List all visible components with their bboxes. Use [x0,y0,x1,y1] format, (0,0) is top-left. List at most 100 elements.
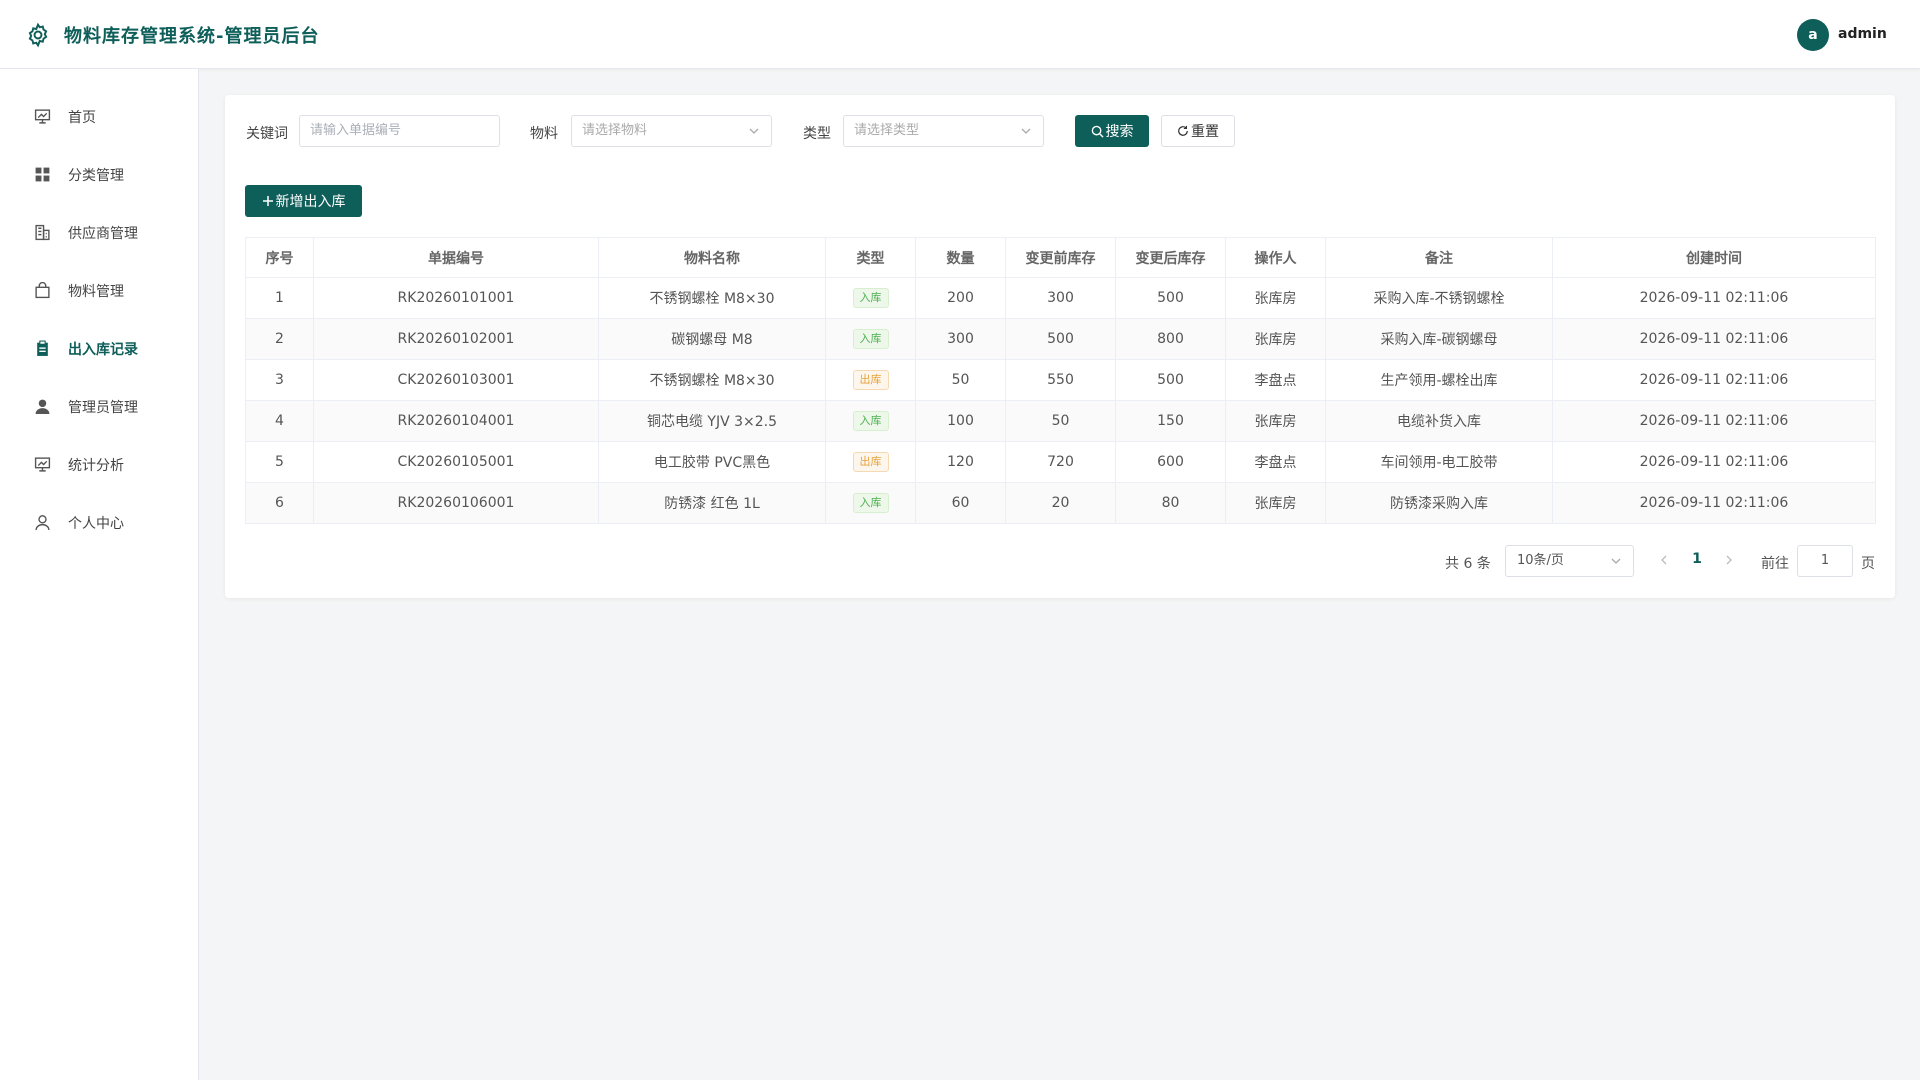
keyword-input[interactable] [310,116,489,145]
page-number-current[interactable]: 1 [1687,551,1707,567]
page-size-select[interactable]: 10条/页 [1505,545,1634,577]
chevron-down-icon [1611,558,1621,564]
cell-code: CK20260103001 [313,359,599,401]
cell-remark: 采购入库-不锈钢螺栓 [1325,277,1553,319]
cell-qty: 60 [915,482,1006,524]
table-header-row: 序号 单据编号 物料名称 类型 数量 变更前库存 变更后库存 操作人 备注 创建… [245,237,1876,278]
sidebar-item-label: 统计分析 [68,458,124,474]
cell-remark: 生产领用-螺栓出库 [1325,359,1553,401]
chevron-down-icon [749,128,759,134]
cell-code: CK20260105001 [313,441,599,483]
table-row[interactable]: 4 RK20260104001 铜芯电缆 YJV 3×2.5 入库 100 50… [245,400,1876,442]
type-select-placeholder: 请选择类型 [854,123,920,138]
bag-icon [35,282,50,299]
page-size-value: 10条/页 [1517,553,1564,568]
cell-before: 50 [1005,400,1116,442]
cell-index: 2 [245,318,314,360]
chevron-down-icon [1021,128,1031,134]
cell-after: 600 [1115,441,1226,483]
cell-material: 碳钢螺母 M8 [598,318,826,360]
cell-code: RK20260106001 [313,482,599,524]
sidebar-item-supplier[interactable]: 供应商管理 [0,212,198,252]
keyword-label: 关键词 [246,126,288,142]
cell-material: 不锈钢螺栓 M8×30 [598,359,826,401]
reset-button-label: 重置 [1191,124,1219,140]
sidebar-item-material[interactable]: 物料管理 [0,270,198,310]
sidebar-item-inout-records[interactable]: 出入库记录 [0,328,198,368]
cell-code: RK20260102001 [313,318,599,360]
sidebar: 首页 分类管理 供应商管理 物料管理 出入库记录 管理员管理 统计分析 个人中心 [0,69,199,1080]
cell-index: 3 [245,359,314,401]
type-tag: 入库 [852,329,889,349]
sidebar-item-statistics[interactable]: 统计分析 [0,444,198,484]
goto-page-input[interactable]: 1 [1797,545,1853,577]
sidebar-item-profile[interactable]: 个人中心 [0,502,198,542]
cell-created: 2026-09-11 02:11:06 [1552,277,1876,319]
type-select[interactable]: 请选择类型 [843,115,1044,147]
cell-qty: 100 [915,400,1006,442]
table-row[interactable]: 3 CK20260103001 不锈钢螺栓 M8×30 出库 50 550 50… [245,359,1876,401]
material-label: 物料 [530,126,558,142]
add-record-button-label: 新增出入库 [275,194,346,210]
cell-after: 800 [1115,318,1226,360]
cell-qty: 120 [915,441,1006,483]
type-tag: 入库 [852,288,889,308]
column-header: 变更前库存 [1005,237,1116,278]
sidebar-item-home[interactable]: 首页 [0,96,198,136]
material-select-placeholder: 请选择物料 [582,123,648,138]
cell-remark: 防锈漆采购入库 [1325,482,1553,524]
table-row[interactable]: 1 RK20260101001 不锈钢螺栓 M8×30 入库 200 300 5… [245,277,1876,319]
cell-operator: 张库房 [1225,318,1326,360]
chevron-left-icon[interactable] [1657,553,1671,567]
cell-type: 出库 [825,441,916,483]
grid-icon [35,167,50,182]
cell-index: 4 [245,400,314,442]
table-row[interactable]: 2 RK20260102001 碳钢螺母 M8 入库 300 500 800 张… [245,318,1876,360]
clipboard-icon [37,340,48,356]
app-title: 物料库存管理系统-管理员后台 [64,26,320,47]
chart-board-icon [34,457,51,472]
column-header: 创建时间 [1552,237,1876,278]
sidebar-item-category[interactable]: 分类管理 [0,154,198,194]
chevron-right-icon[interactable] [1722,553,1736,567]
cell-index: 5 [245,441,314,483]
cell-created: 2026-09-11 02:11:06 [1552,482,1876,524]
records-table: 序号 单据编号 物料名称 类型 数量 变更前库存 变更后库存 操作人 备注 创建… [245,237,1876,524]
column-header: 单据编号 [313,237,599,278]
table-row[interactable]: 5 CK20260105001 电工胶带 PVC黑色 出库 120 720 60… [245,441,1876,483]
sidebar-item-label: 物料管理 [68,284,124,300]
cell-before: 20 [1005,482,1116,524]
cell-before: 720 [1005,441,1116,483]
column-header: 序号 [245,237,314,278]
cell-before: 550 [1005,359,1116,401]
cell-operator: 张库房 [1225,400,1326,442]
search-button[interactable]: 搜索 [1075,115,1149,147]
plus-icon [262,196,273,206]
cell-before: 300 [1005,277,1116,319]
avatar[interactable]: a [1797,19,1829,51]
cell-type: 入库 [825,318,916,360]
cell-after: 500 [1115,277,1226,319]
sidebar-item-label: 分类管理 [68,168,124,184]
sidebar-item-admin[interactable]: 管理员管理 [0,386,198,426]
cell-created: 2026-09-11 02:11:06 [1552,400,1876,442]
cell-operator: 张库房 [1225,482,1326,524]
cell-remark: 采购入库-碳钢螺母 [1325,318,1553,360]
cell-after: 150 [1115,400,1226,442]
gear-icon [28,22,48,48]
cell-operator: 李盘点 [1225,441,1326,483]
username[interactable]: admin [1838,26,1887,42]
add-record-button[interactable]: 新增出入库 [245,185,362,217]
material-select[interactable]: 请选择物料 [571,115,772,147]
cell-code: RK20260104001 [313,400,599,442]
table-row[interactable]: 6 RK20260106001 防锈漆 红色 1L 入库 60 20 80 张库… [245,482,1876,524]
sidebar-item-label: 个人中心 [68,516,124,532]
user-fill-icon [35,399,50,414]
reset-button[interactable]: 重置 [1161,115,1235,147]
cell-remark: 车间领用-电工胶带 [1325,441,1553,483]
cell-qty: 300 [915,318,1006,360]
search-icon [1091,125,1104,138]
keyword-input-wrapper [299,115,500,147]
user-icon [35,515,50,531]
cell-remark: 电缆补货入库 [1325,400,1553,442]
